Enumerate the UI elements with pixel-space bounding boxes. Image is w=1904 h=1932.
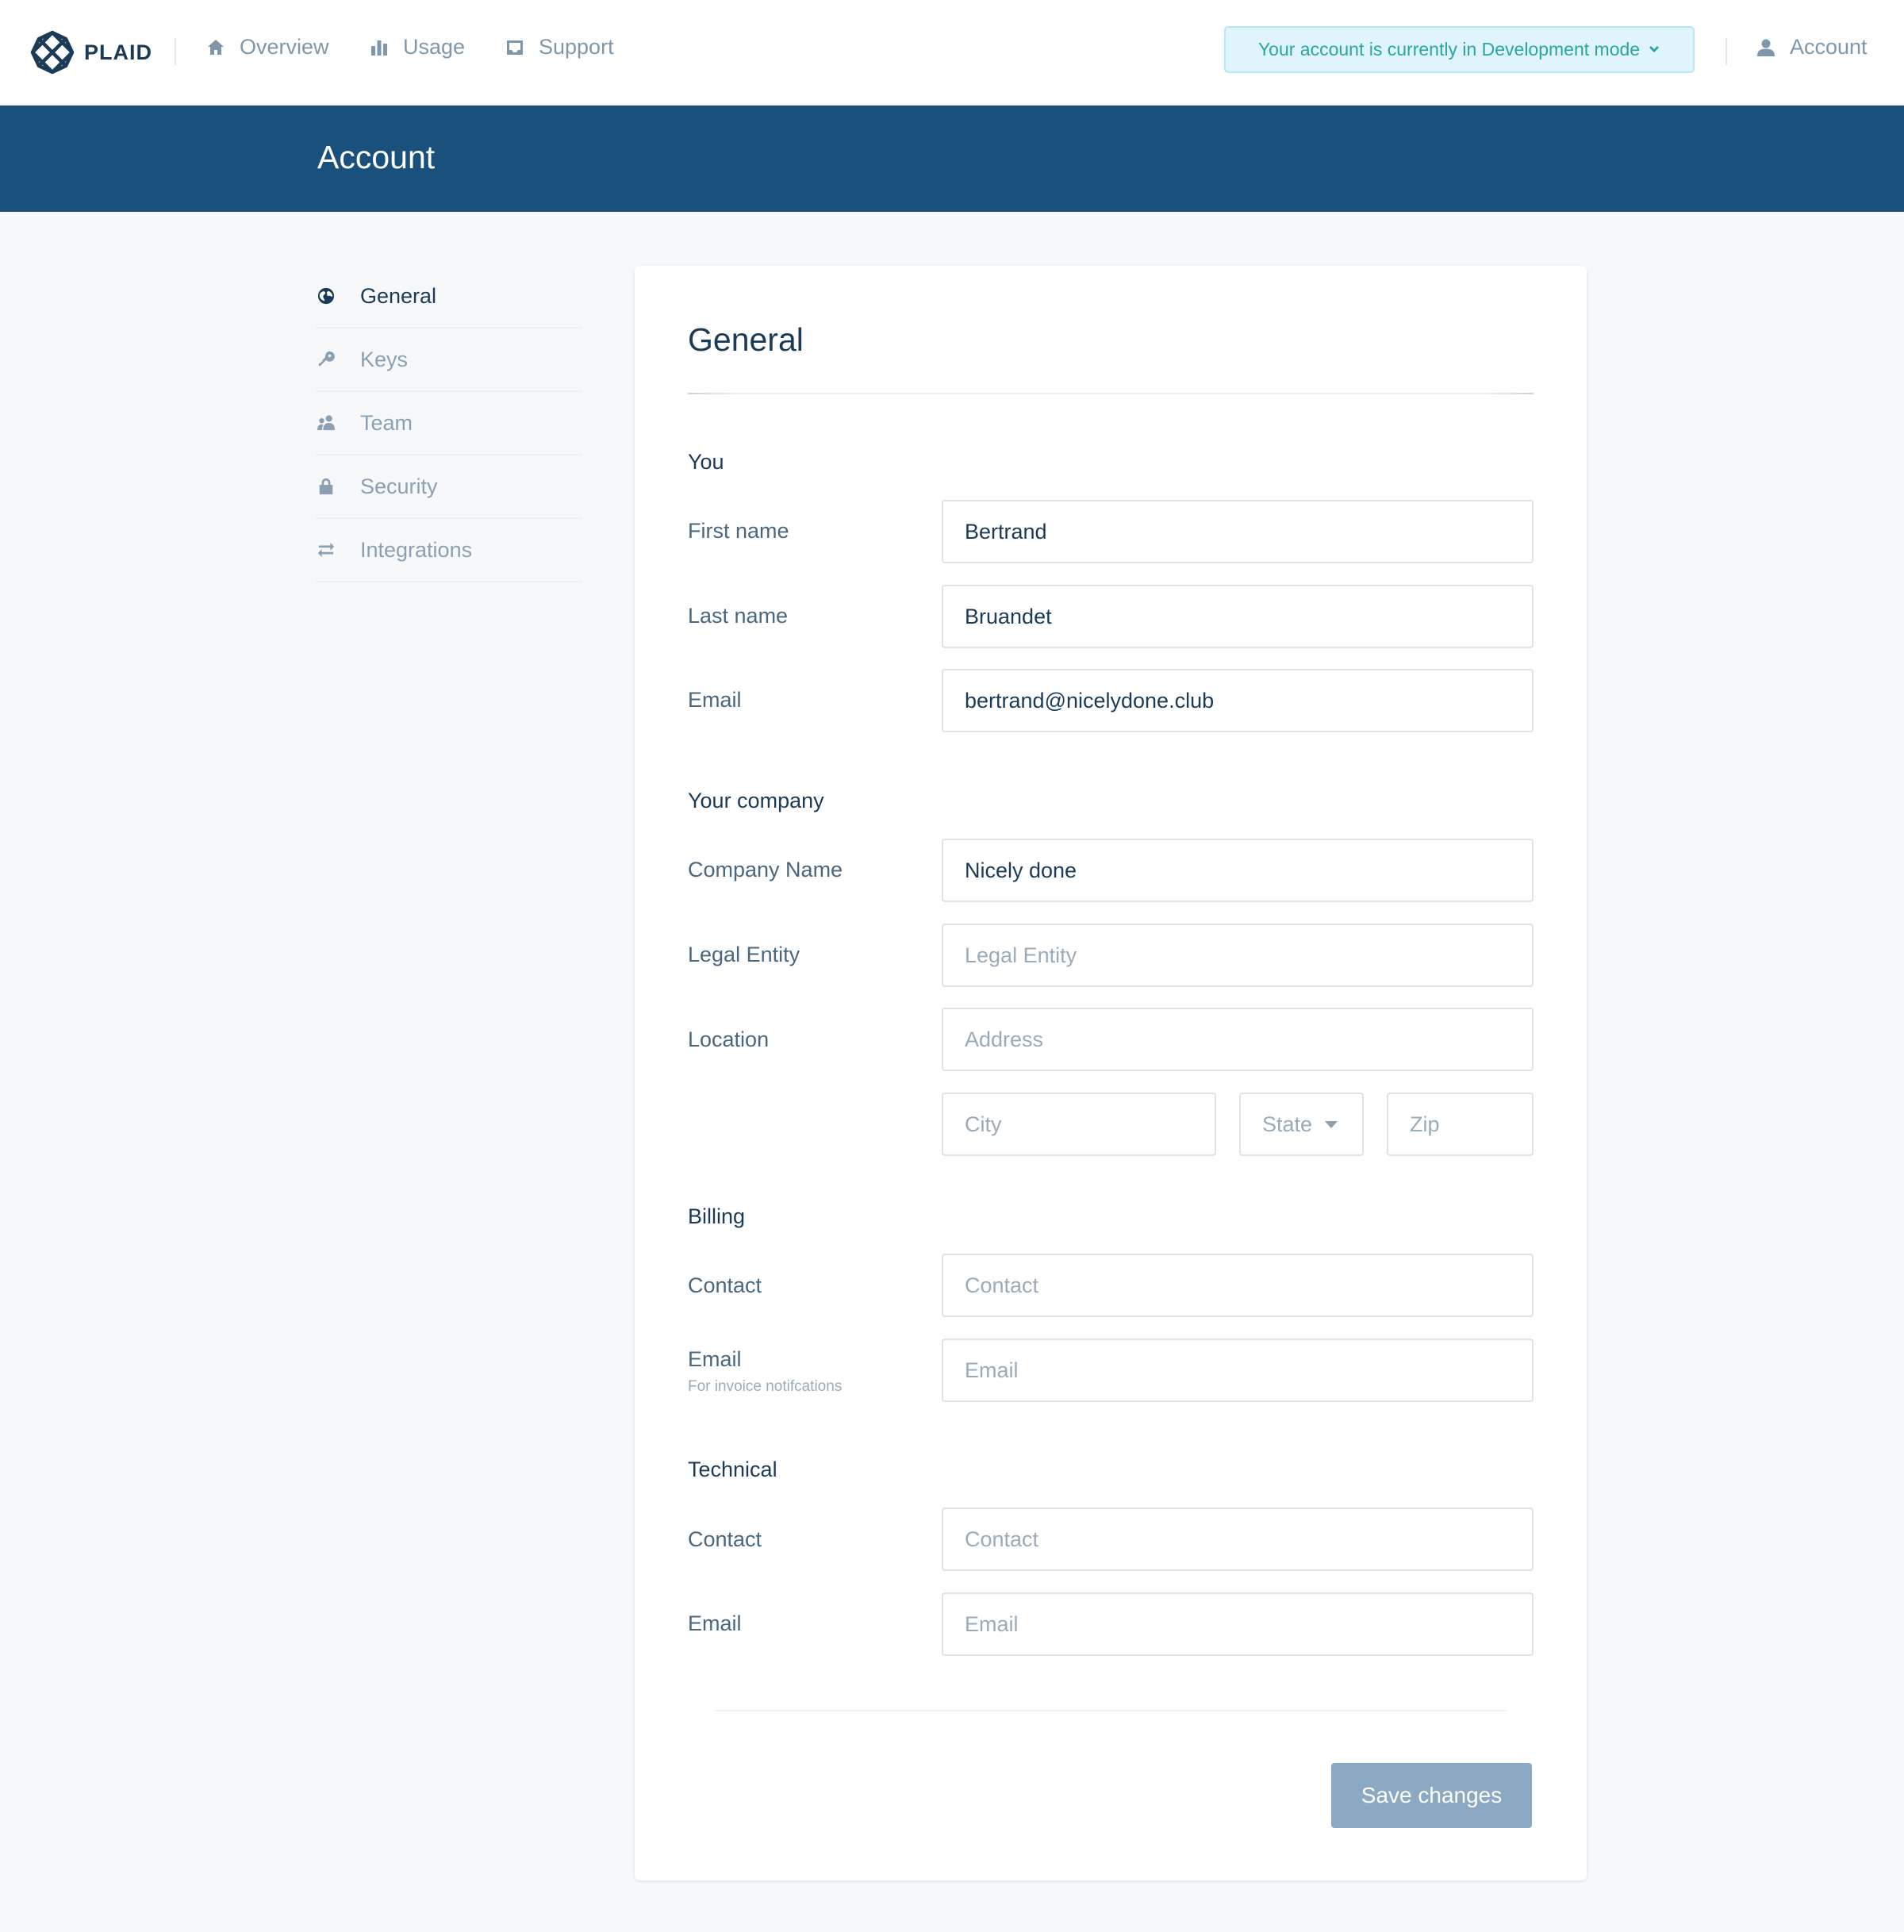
nav-divider (1726, 38, 1727, 65)
nav-item-label: Usage (403, 35, 466, 59)
address-input[interactable] (942, 1008, 1534, 1071)
nav-item-label: Overview (240, 35, 329, 59)
section-title-billing: Billing (688, 1204, 746, 1228)
sidebar-item-security[interactable]: Security (316, 455, 582, 519)
sidebar-item-label: Integrations (360, 537, 473, 562)
inbox-icon (507, 40, 523, 55)
general-settings-card: General You First name Last name Email Y… (635, 266, 1587, 1880)
email-input[interactable] (942, 669, 1534, 732)
technical-contact-input[interactable] (942, 1508, 1534, 1571)
top-navigation: PLAID Overview Usage Support Your accoun… (0, 0, 1904, 106)
city-input[interactable] (942, 1093, 1216, 1156)
last-name-input[interactable] (942, 585, 1534, 648)
page-header: Account (0, 106, 1904, 212)
technical-email-label: Email (688, 1611, 742, 1635)
sidebar-item-keys[interactable]: Keys (316, 328, 582, 392)
nav-item-overview[interactable]: Overview (206, 35, 329, 60)
section-title-company: Your company (688, 789, 824, 812)
first-name-input[interactable] (942, 500, 1534, 563)
sidebar-item-label: Team (360, 410, 413, 435)
card-divider (688, 393, 1534, 394)
billing-email-label: Email (688, 1347, 742, 1371)
billing-contact-label: Contact (688, 1273, 762, 1297)
card-footer-divider (714, 1710, 1507, 1711)
page-title: Account (317, 139, 436, 175)
billing-email-sublabel: For invoice notifcations (688, 1378, 843, 1395)
nav-item-support[interactable]: Support (505, 35, 614, 60)
key-icon (318, 351, 335, 367)
card-title: General (688, 321, 804, 358)
chevron-down-icon (1649, 45, 1660, 52)
zip-input[interactable] (1387, 1093, 1534, 1156)
sidebar-item-integrations[interactable]: Integrations (316, 519, 582, 582)
development-mode-banner[interactable]: Your account is currently in Development… (1224, 26, 1695, 73)
company-name-label: Company Name (688, 858, 843, 881)
technical-email-input[interactable] (942, 1592, 1534, 1656)
sidebar-item-label: Keys (360, 347, 409, 371)
home-icon (208, 39, 224, 55)
first-name-label: First name (688, 519, 789, 543)
email-label: Email (688, 688, 742, 712)
technical-contact-label: Contact (688, 1527, 762, 1551)
state-select-value: State (1262, 1112, 1313, 1136)
sidebar-item-general[interactable]: General (316, 265, 582, 328)
account-label: Account (1790, 35, 1868, 59)
billing-email-input[interactable] (942, 1339, 1534, 1402)
development-mode-text: Your account is currently in Development… (1257, 39, 1641, 60)
section-title-technical: Technical (688, 1458, 777, 1481)
logo-text: PLAID (84, 40, 152, 64)
bar-chart-icon (371, 40, 387, 56)
account-menu[interactable]: Account (1756, 35, 1868, 60)
sidebar-item-label: Security (360, 474, 438, 498)
legal-entity-input[interactable] (942, 924, 1534, 987)
nav-divider (175, 38, 176, 65)
last-name-label: Last name (688, 604, 789, 628)
globe-icon (317, 287, 335, 305)
state-select[interactable]: State (1239, 1093, 1364, 1156)
user-icon (1757, 39, 1775, 56)
sidebar-item-label: General (360, 283, 437, 308)
team-icon (317, 415, 335, 431)
legal-entity-label: Legal Entity (688, 943, 800, 966)
nav-item-usage[interactable]: Usage (370, 35, 465, 60)
lock-icon (319, 478, 333, 495)
sidebar-item-team[interactable]: Team (316, 392, 582, 455)
billing-contact-input[interactable] (942, 1254, 1534, 1317)
plaid-logo[interactable]: PLAID (30, 30, 152, 75)
location-label: Location (688, 1027, 770, 1051)
settings-sidebar: General Keys Team Security Integrations (316, 265, 582, 582)
company-name-input[interactable] (942, 839, 1534, 902)
caret-down-icon (1325, 1120, 1338, 1128)
section-title-you: You (688, 450, 724, 474)
plaid-logo-icon (30, 30, 75, 75)
nav-item-label: Support (539, 35, 614, 59)
save-changes-button[interactable]: Save changes (1331, 1763, 1532, 1828)
swap-icon (317, 542, 335, 558)
